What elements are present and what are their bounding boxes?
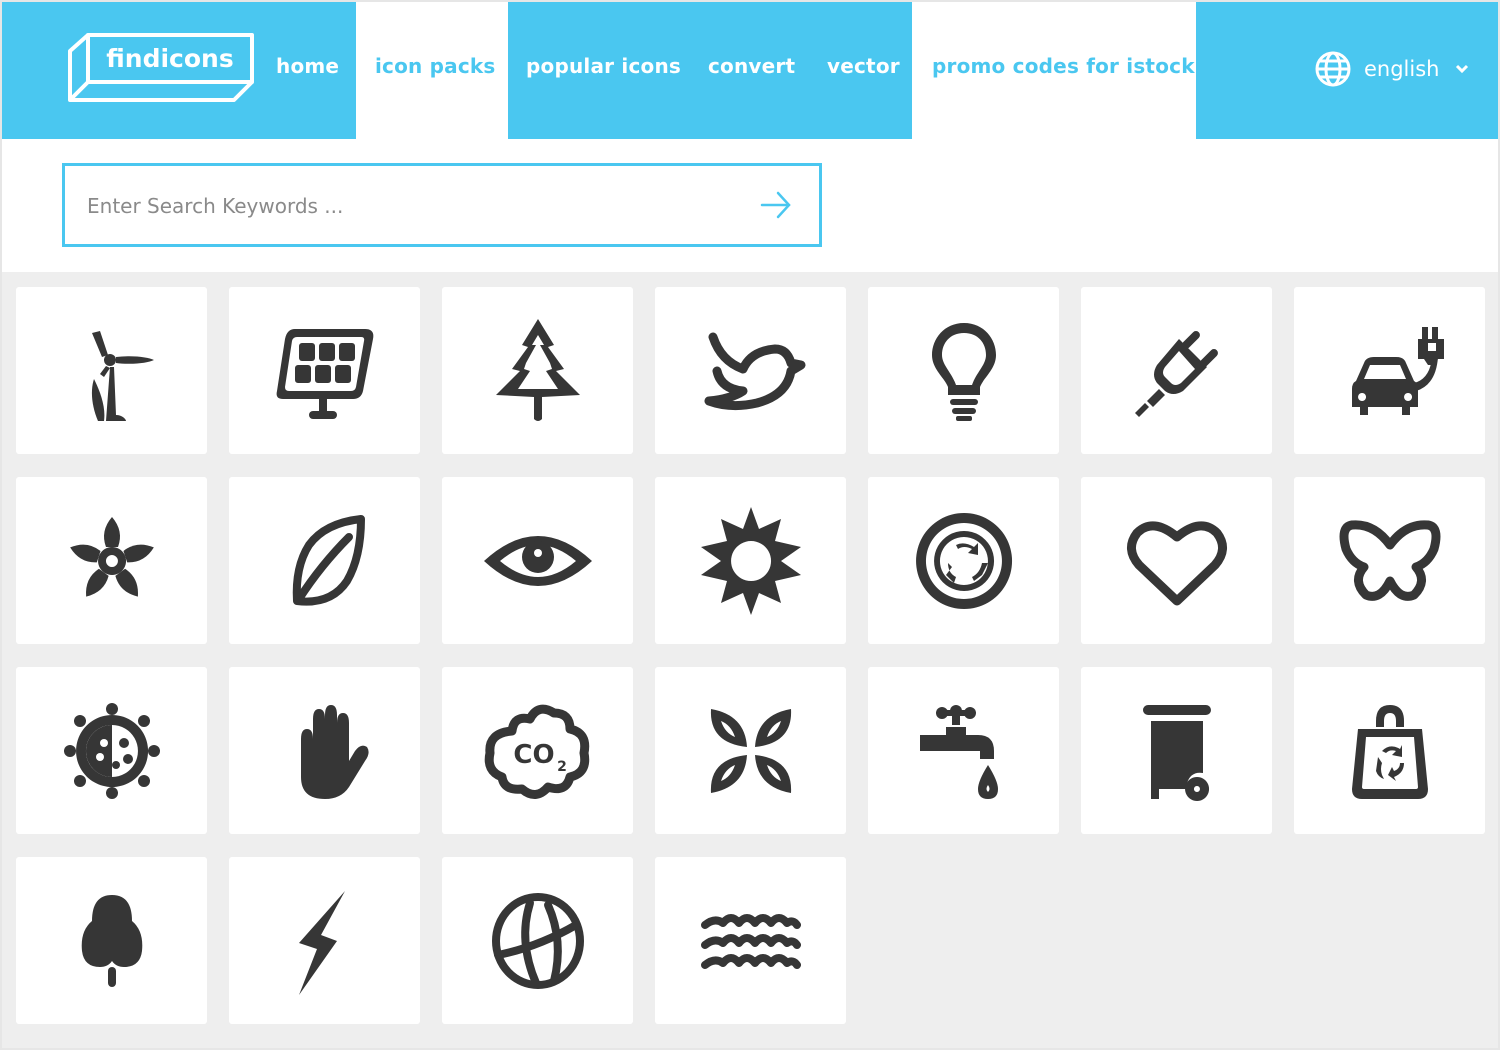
lightning-icon (298, 890, 345, 995)
icon-tile-recycle-bag[interactable] (1294, 667, 1485, 834)
icon-tile-four-leaves[interactable] (655, 667, 846, 834)
search-input[interactable] (85, 166, 739, 246)
nav-icon-packs[interactable]: icon packs (375, 54, 496, 78)
icon-tile-wind-turbine[interactable] (16, 287, 207, 454)
nav-convert[interactable]: convert (708, 54, 795, 78)
language-selector[interactable]: english (1314, 50, 1481, 88)
search-section (2, 139, 1498, 272)
nav-popular-icons[interactable]: popular icons (526, 54, 681, 78)
icon-tile-butterfly[interactable] (1294, 477, 1485, 644)
icon-tile-waves[interactable] (655, 857, 846, 1024)
header: findicons home icon packs popular icons … (2, 2, 1498, 139)
chevron-down-icon (1456, 64, 1469, 74)
water-tap-icon (919, 704, 998, 799)
icon-tile-pine-tree[interactable] (442, 287, 633, 454)
bird-icon (704, 332, 805, 410)
co2-cloud-icon: CO 2 (484, 704, 589, 799)
globe-earth-icon (491, 892, 584, 989)
icon-tile-light-bulb[interactable] (868, 287, 1059, 454)
icon-tile-water-tap[interactable] (868, 667, 1059, 834)
search-box (62, 163, 822, 247)
svg-text:2: 2 (557, 759, 567, 775)
wind-turbine-icon (91, 330, 154, 421)
logo-box-icon: findicons (68, 33, 254, 102)
icon-tile-flower[interactable] (16, 477, 207, 644)
hand-icon (300, 704, 369, 799)
arrow-right-icon[interactable] (759, 188, 793, 222)
butterfly-icon (1339, 519, 1440, 601)
nav-promo-codes[interactable]: promo codes for istock (932, 54, 1195, 78)
heart-icon (1126, 521, 1227, 605)
recycle-circle-icon (915, 512, 1012, 609)
flower-icon (69, 516, 154, 597)
nav-home[interactable]: home (276, 54, 339, 78)
wheelie-bin-icon (1142, 704, 1211, 801)
recycle-bag-icon (1351, 704, 1428, 799)
logo-text: findicons (106, 44, 233, 73)
svg-text:CO: CO (513, 740, 554, 770)
icon-tile-leaf[interactable] (229, 477, 420, 644)
icon-tile-ladybug[interactable] (16, 667, 207, 834)
globe-icon (1315, 51, 1351, 87)
eye-icon (483, 535, 592, 586)
icon-tile-globe[interactable] (442, 857, 633, 1024)
icon-tile-power-plug[interactable] (1081, 287, 1272, 454)
icon-tile-heart[interactable] (1081, 477, 1272, 644)
icon-tile-sun[interactable] (655, 477, 846, 644)
tree-icon (81, 894, 142, 987)
icon-tile-hand[interactable] (229, 667, 420, 834)
electric-car-icon (1351, 326, 1444, 415)
nav-vector[interactable]: vector (827, 54, 900, 78)
pine-tree-icon (495, 318, 580, 421)
icon-tile-co2-cloud[interactable]: CO 2 (442, 667, 633, 834)
solar-panel-icon (276, 328, 373, 419)
icon-tile-tree[interactable] (16, 857, 207, 1024)
findicons-logo[interactable]: findicons (66, 32, 256, 104)
icon-tile-electric-car[interactable] (1294, 287, 1485, 454)
power-plug-icon (1134, 330, 1218, 417)
icon-tile-solar-panel[interactable] (229, 287, 420, 454)
sun-icon (700, 506, 801, 615)
four-leaves-icon (710, 708, 791, 793)
leaf-icon (292, 514, 365, 606)
waves-icon (700, 913, 801, 969)
language-label: english (1364, 57, 1440, 81)
page: findicons home icon packs popular icons … (2, 2, 1498, 1048)
icon-tile-recycle-circle[interactable] (868, 477, 1059, 644)
icon-tile-eye[interactable] (442, 477, 633, 644)
icon-tile-bird[interactable] (655, 287, 846, 454)
ladybug-icon (63, 702, 160, 799)
light-bulb-icon (931, 322, 996, 421)
icon-tile-wheelie-bin[interactable] (1081, 667, 1272, 834)
icon-tile-lightning[interactable] (229, 857, 420, 1024)
